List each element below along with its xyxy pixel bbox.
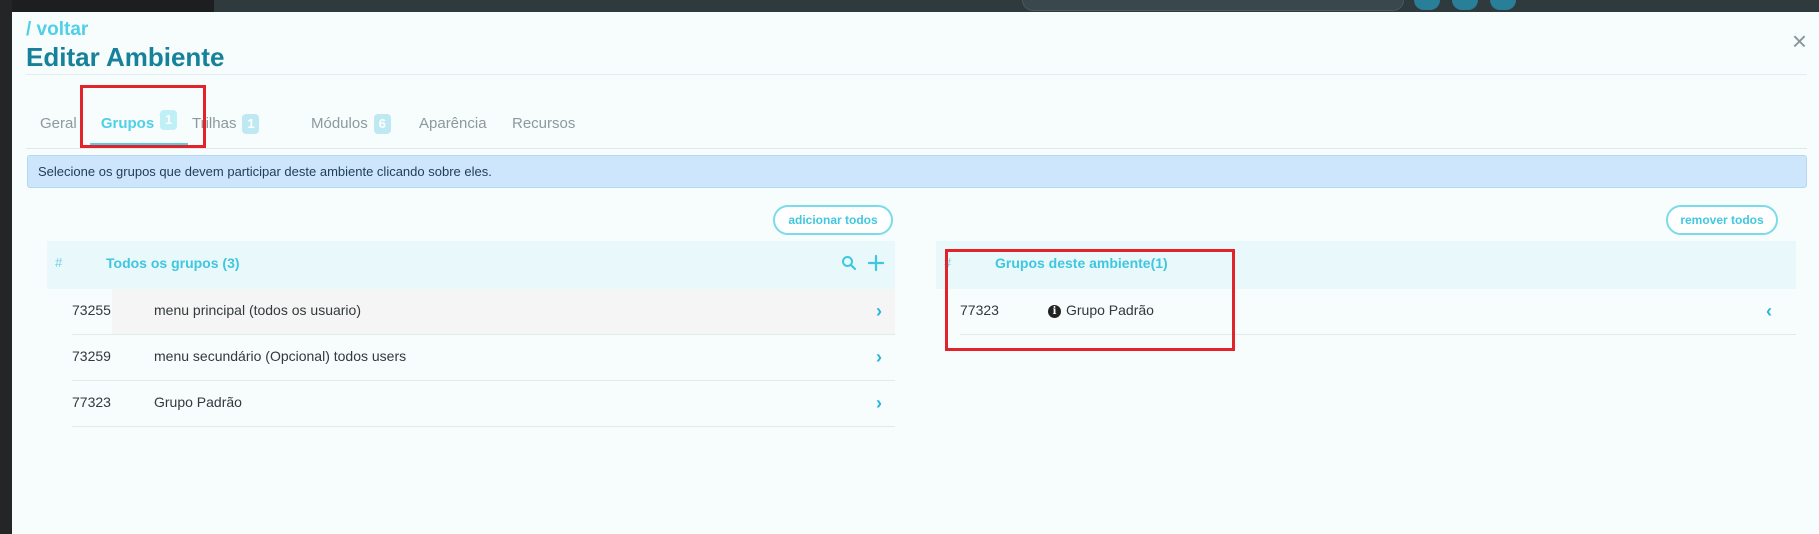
tab-bar: Geral Grupos 1 Trilhas 1 Módulos 6 Aparê… <box>26 100 1807 149</box>
divider <box>26 74 1807 75</box>
table-row[interactable]: 77323 i Grupo Padrão ‹ <box>960 289 1796 335</box>
group-name-wrap: i Grupo Padrão <box>1048 302 1154 318</box>
group-name: Grupo Padrão <box>1066 302 1154 318</box>
tab-grupos[interactable]: Grupos 1 <box>90 100 188 146</box>
chevron-left-icon[interactable]: ‹ <box>1766 301 1772 322</box>
group-name: menu secundário (Opcional) todos users <box>154 348 407 364</box>
tab-label: Recursos <box>512 115 576 132</box>
tab-count-badge: 1 <box>160 110 178 130</box>
table-row[interactable]: 77323 Grupo Padrão › <box>72 381 895 427</box>
environment-groups-header: # Grupos deste ambiente(1) <box>936 241 1796 289</box>
tab-modulos[interactable]: Módulos 6 <box>311 100 391 146</box>
tab-recursos[interactable]: Recursos <box>512 100 575 146</box>
back-link[interactable]: / voltar <box>26 19 88 41</box>
tab-geral[interactable]: Geral <box>40 100 77 146</box>
table-row[interactable]: 73255 menu principal (todos os usuario) … <box>72 289 895 335</box>
group-id: 77323 <box>960 302 999 318</box>
page-title: Editar Ambiente <box>26 42 225 72</box>
tab-trilhas[interactable]: Trilhas 1 <box>192 100 260 146</box>
group-id: 77323 <box>72 394 111 410</box>
backdrop-top <box>12 0 1819 12</box>
plus-icon[interactable] <box>867 254 885 272</box>
add-all-button[interactable]: adicionar todos <box>773 205 893 235</box>
backdrop-search-bar <box>1022 0 1404 11</box>
backdrop-left <box>0 0 12 534</box>
group-name: Grupo Padrão <box>154 394 242 410</box>
backdrop-dark-block <box>12 0 214 12</box>
group-name: menu principal (todos os usuario) <box>154 302 361 318</box>
group-id: 73259 <box>72 348 111 364</box>
chevron-right-icon[interactable]: › <box>876 393 882 414</box>
search-icon[interactable] <box>841 255 857 271</box>
tab-count-badge: 1 <box>242 114 260 134</box>
table-row[interactable]: 73259 menu secundário (Opcional) todos u… <box>72 335 895 381</box>
remove-all-button[interactable]: remover todos <box>1666 205 1778 235</box>
environment-groups-title: Grupos deste ambiente(1) <box>995 255 1168 271</box>
edit-environment-modal: / voltar Editar Ambiente × Geral Grupos … <box>12 12 1819 534</box>
all-groups-title: Todos os grupos (3) <box>106 255 240 271</box>
tab-label: Aparência <box>419 115 487 132</box>
tab-label: Grupos <box>100 115 155 132</box>
tab-label: Trilhas <box>192 115 237 132</box>
info-icon: i <box>1048 305 1061 318</box>
tab-label: Módulos <box>311 115 368 132</box>
chevron-right-icon[interactable]: › <box>876 301 882 322</box>
all-groups-header: # Todos os grupos (3) <box>47 241 895 289</box>
tab-aparencia[interactable]: Aparência <box>419 100 487 146</box>
tab-label: Geral <box>40 115 77 132</box>
column-hash: # <box>944 255 952 270</box>
info-banner: Selecione os grupos que devem participar… <box>27 155 1807 188</box>
column-hash: # <box>55 255 63 270</box>
tab-count-badge: 6 <box>373 114 391 134</box>
group-id: 73255 <box>72 302 111 318</box>
close-icon[interactable]: × <box>1792 28 1807 54</box>
chevron-right-icon[interactable]: › <box>876 347 882 368</box>
